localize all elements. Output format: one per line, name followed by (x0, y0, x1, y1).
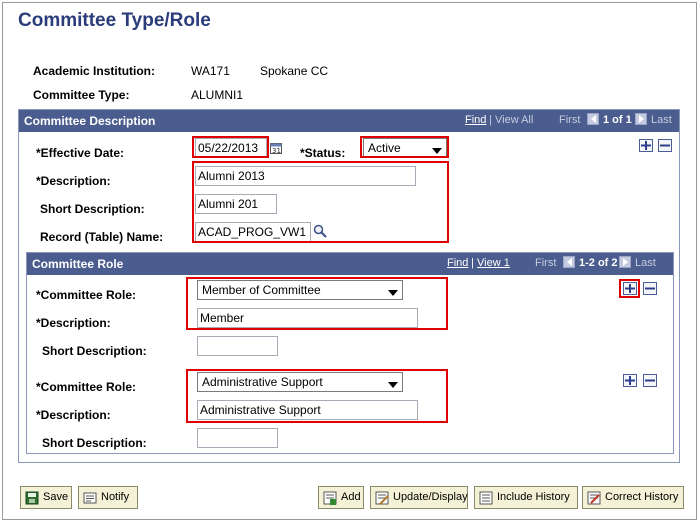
effective-date-field[interactable]: 05/22/2013 (195, 138, 267, 158)
page-title: Committee Type/Role (18, 10, 211, 31)
correct-history-label: Correct History (605, 491, 679, 503)
role-previous-arrow-icon[interactable] (563, 256, 575, 268)
add-row-icon[interactable] (639, 139, 653, 152)
add-row-icon[interactable] (623, 282, 637, 295)
committee-role-label: *Committee Role: (36, 380, 137, 394)
delete-row-icon[interactable] (643, 282, 657, 295)
include-history-icon (479, 491, 493, 508)
role-description-field[interactable]: Member (197, 308, 418, 328)
delete-row-icon[interactable] (658, 139, 672, 152)
committee-type-value: ALUMNI1 (191, 88, 244, 102)
status-value: Active (368, 141, 401, 155)
save-label: Save (43, 491, 69, 503)
record-name-field[interactable]: ACAD_PROG_VW1 (195, 222, 311, 242)
add-label: Add (341, 491, 361, 503)
committee-description-header: Committee Description Find | View All Fi… (19, 110, 679, 132)
institution-code: WA171 (191, 64, 230, 78)
effective-date-label: *Effective Date: (36, 146, 125, 160)
find-link[interactable]: Find (465, 114, 486, 126)
correct-history-icon (587, 491, 601, 508)
short-description-field[interactable]: Alumni 201 (195, 194, 277, 214)
role-row-count: 1-2 of 2 (579, 257, 618, 269)
view-one-link[interactable]: View 1 (477, 257, 510, 269)
section-title: Committee Description (24, 114, 156, 128)
update-display-button[interactable]: Update/Display (370, 486, 468, 509)
record-name-label: Record (Table) Name: (40, 230, 164, 244)
role-last-link[interactable]: Last (635, 257, 656, 269)
short-description-label: Short Description: (40, 202, 145, 216)
role-description-field[interactable]: Administrative Support (197, 400, 418, 420)
update-display-icon (375, 491, 389, 508)
role-next-arrow-icon[interactable] (619, 256, 631, 268)
chevron-down-icon (388, 286, 398, 300)
role-nav-separator: | (471, 257, 474, 269)
chevron-down-icon (388, 378, 398, 392)
role-short-description-label: Short Description: (42, 344, 147, 358)
role-section-title: Committee Role (32, 257, 124, 271)
delete-row-icon[interactable] (643, 374, 657, 387)
committee-role-value: Member of Committee (202, 283, 321, 297)
role-short-description-field[interactable] (197, 336, 278, 356)
role-find-link[interactable]: Find (447, 257, 468, 269)
committee-role-label: *Committee Role: (36, 288, 137, 302)
add-row-icon[interactable] (623, 374, 637, 387)
save-icon (25, 491, 39, 508)
institution-label: Academic Institution: (33, 64, 156, 78)
update-display-label: Update/Display (393, 491, 468, 503)
notify-icon (83, 491, 97, 508)
row-count: 1 of 1 (603, 114, 632, 126)
role-short-description-field[interactable] (197, 428, 278, 448)
save-button[interactable]: Save (20, 486, 72, 509)
role-short-description-label: Short Description: (42, 436, 147, 450)
role-description-label: *Description: (36, 316, 111, 330)
committee-type-label: Committee Type: (33, 88, 130, 102)
role-description-label: *Description: (36, 408, 111, 422)
committee-role-select[interactable]: Administrative Support (197, 372, 403, 392)
add-button[interactable]: Add (318, 486, 364, 509)
description-field[interactable]: Alumni 2013 (195, 166, 416, 186)
lookup-icon[interactable] (313, 224, 327, 238)
svg-text:31: 31 (272, 147, 281, 154)
calendar-icon[interactable]: 31 (270, 142, 282, 155)
committee-role-select[interactable]: Member of Committee (197, 280, 403, 300)
notify-button[interactable]: Notify (78, 486, 138, 509)
role-first-link[interactable]: First (535, 257, 556, 269)
institution-name: Spokane CC (260, 64, 329, 78)
chevron-down-icon (432, 144, 442, 158)
last-link[interactable]: Last (651, 114, 672, 126)
include-history-label: Include History (497, 491, 570, 503)
first-link[interactable]: First (559, 114, 580, 126)
include-history-button[interactable]: Include History (474, 486, 578, 509)
correct-history-button[interactable]: Correct History (582, 486, 684, 509)
view-all-link[interactable]: View All (495, 114, 533, 126)
status-label: *Status: (300, 146, 346, 160)
next-arrow-icon[interactable] (635, 113, 647, 125)
nav-separator: | (489, 114, 492, 126)
description-label: *Description: (36, 174, 111, 188)
status-select[interactable]: Active (363, 138, 447, 158)
committee-role-value: Administrative Support (202, 375, 323, 389)
previous-arrow-icon[interactable] (587, 113, 599, 125)
add-icon (323, 491, 337, 508)
committee-role-header: Committee Role Find | View 1 First 1-2 o… (27, 253, 673, 275)
notify-label: Notify (101, 491, 130, 503)
